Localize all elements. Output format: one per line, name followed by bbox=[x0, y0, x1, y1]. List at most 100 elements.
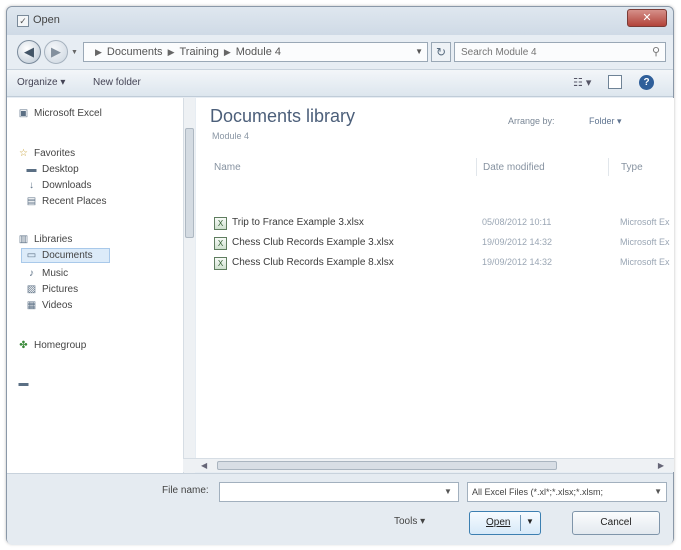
help-icon[interactable]: ? bbox=[639, 75, 654, 90]
nav-item-homegroup[interactable]: ✤ Homegroup bbox=[17, 340, 86, 351]
command-bar: Organize ▾ New folder ☷ ▾ ? bbox=[7, 69, 673, 97]
breadcrumb-module-4[interactable]: Module 4 bbox=[236, 46, 281, 58]
file-type: Microsoft Ex bbox=[620, 217, 670, 227]
homegroup-icon: ✤ bbox=[19, 340, 28, 351]
cancel-button[interactable]: Cancel bbox=[572, 511, 660, 535]
breadcrumb-root-arrow-icon[interactable]: ▶ bbox=[95, 47, 102, 57]
search-input[interactable] bbox=[455, 43, 635, 61]
forward-button[interactable]: ▶ bbox=[44, 40, 68, 64]
excel-file-icon: X bbox=[214, 257, 227, 270]
nav-item-computer[interactable]: ▬ bbox=[17, 378, 34, 389]
videos-icon: ▦ bbox=[26, 300, 37, 311]
column-header-name[interactable]: Name bbox=[214, 162, 241, 173]
arrange-by-label: Arrange by: bbox=[508, 116, 555, 126]
file-row[interactable]: X Trip to France Example 3.xlsx 05/08/20… bbox=[210, 216, 674, 232]
file-row[interactable]: X Chess Club Records Example 3.xlsx 19/0… bbox=[210, 236, 674, 252]
column-divider[interactable] bbox=[608, 158, 609, 176]
breadcrumb: ▶ Documents ▶ Training ▶ Module 4 bbox=[90, 46, 281, 58]
desktop-icon: ▬ bbox=[26, 164, 37, 175]
file-type-filter-select[interactable]: All Excel Files (*.xl*;*.xlsx;*.xlsm; ▼ bbox=[467, 482, 667, 502]
horizontal-scrollbar[interactable]: ◀ ▶ bbox=[183, 458, 674, 472]
tools-button[interactable]: Tools ▾ bbox=[394, 516, 425, 527]
nav-item-videos[interactable]: ▦ Videos bbox=[25, 300, 73, 311]
address-bar[interactable]: ▶ Documents ▶ Training ▶ Module 4 ▼ bbox=[83, 42, 428, 62]
breadcrumb-documents[interactable]: Documents bbox=[107, 46, 163, 58]
chevron-down-icon: ▼ bbox=[654, 487, 662, 496]
refresh-icon: ↻ bbox=[435, 45, 447, 59]
close-icon: ✕ bbox=[642, 12, 652, 24]
dialog-footer: File name: ▼ All Excel Files (*.xl*;*.xl… bbox=[7, 473, 673, 545]
title-bar[interactable]: ✓ Open ✕ bbox=[7, 7, 673, 35]
chevron-down-icon: ▾ bbox=[617, 116, 622, 126]
file-date: 19/09/2012 14:32 bbox=[482, 237, 553, 247]
recent-places-icon: ▤ bbox=[26, 196, 37, 207]
file-name-label: File name: bbox=[162, 485, 209, 496]
libraries-icon: ▥ bbox=[18, 234, 29, 245]
search-box[interactable]: ⚲ bbox=[454, 42, 666, 62]
address-row: ◀ ▶ ▼ ▶ Documents ▶ Training ▶ Module 4 ▼ ↻ ⚲ bbox=[7, 35, 673, 69]
chevron-down-icon: ▾ bbox=[60, 77, 66, 88]
nav-scroll-thumb[interactable] bbox=[185, 128, 194, 238]
navigation-pane: ▣ Microsoft Excel ☆ Favorites ▬ Desktop ↓ Do… bbox=[7, 98, 183, 473]
breadcrumb-separator-icon[interactable]: ▶ bbox=[168, 47, 175, 57]
music-icon: ♪ bbox=[29, 268, 34, 279]
nav-item-favorites[interactable]: ☆ Favorites bbox=[17, 148, 75, 159]
refresh-button[interactable]: ↻ bbox=[431, 42, 451, 62]
file-name: Trip to France Example 3.xlsx bbox=[232, 217, 364, 228]
nav-item-music[interactable]: ♪ Music bbox=[25, 268, 68, 279]
file-date: 05/08/2012 10:11 bbox=[482, 217, 552, 227]
documents-icon: ▭ bbox=[26, 250, 37, 261]
excel-file-icon: X bbox=[214, 237, 227, 250]
column-header-date-modified[interactable]: Date modified bbox=[483, 162, 545, 173]
dialog-icon: ✓ bbox=[17, 15, 29, 27]
column-divider[interactable] bbox=[476, 158, 477, 176]
nav-item-pictures[interactable]: ▨ Pictures bbox=[25, 284, 78, 295]
change-view-icon[interactable]: ☷ ▾ bbox=[573, 76, 591, 89]
organize-button[interactable]: Organize ▾ bbox=[17, 77, 65, 88]
open-dialog: ✓ Open ✕ ◀ ▶ ▼ ▶ Documents ▶ Training ▶ Modul… bbox=[6, 6, 674, 545]
dialog-title: Open bbox=[33, 14, 60, 26]
address-dropdown-icon[interactable]: ▼ bbox=[415, 47, 423, 56]
forward-arrow-icon: ▶ bbox=[51, 44, 61, 59]
new-folder-button[interactable]: New folder bbox=[93, 77, 141, 88]
horizontal-scroll-thumb[interactable] bbox=[217, 461, 557, 470]
nav-item-downloads[interactable]: ↓ Downloads bbox=[25, 180, 91, 191]
file-name: Chess Club Records Example 8.xlsx bbox=[232, 257, 394, 268]
nav-item-documents[interactable]: ▭ Documents bbox=[21, 248, 110, 263]
file-type: Microsoft Ex bbox=[620, 257, 670, 267]
file-date: 19/09/2012 14:32 bbox=[482, 257, 553, 267]
file-name: Chess Club Records Example 3.xlsx bbox=[232, 237, 394, 248]
back-arrow-icon: ◀ bbox=[24, 44, 34, 59]
breadcrumb-training[interactable]: Training bbox=[179, 46, 218, 58]
nav-item-microsoft-excel[interactable]: ▣ Microsoft Excel bbox=[17, 108, 102, 119]
nav-item-libraries[interactable]: ▥ Libraries bbox=[17, 234, 73, 245]
nav-scrollbar[interactable] bbox=[183, 98, 195, 473]
file-row[interactable]: X Chess Club Records Example 8.xlsx 19/0… bbox=[210, 256, 674, 272]
breadcrumb-separator-icon[interactable]: ▶ bbox=[224, 47, 231, 57]
computer-icon: ▬ bbox=[18, 378, 29, 389]
excel-file-icon: X bbox=[214, 217, 227, 230]
open-options-chevron-icon[interactable]: ▼ bbox=[526, 517, 534, 526]
nav-item-recent-places[interactable]: ▤ Recent Places bbox=[25, 196, 107, 207]
file-name-input[interactable] bbox=[219, 482, 459, 502]
file-name-dropdown-icon[interactable]: ▼ bbox=[444, 487, 452, 496]
arrange-by-dropdown[interactable]: Folder ▾ bbox=[589, 116, 622, 127]
pictures-icon: ▨ bbox=[26, 284, 37, 295]
open-button-label: Open bbox=[486, 517, 511, 528]
chevron-down-icon: ▾ bbox=[420, 516, 426, 527]
nav-item-desktop[interactable]: ▬ Desktop bbox=[25, 164, 79, 175]
close-button[interactable]: ✕ bbox=[627, 9, 667, 27]
file-list-pane: Documents library Module 4 Arrange by: F… bbox=[196, 98, 674, 458]
library-subtitle: Module 4 bbox=[212, 131, 250, 141]
library-title: Documents library bbox=[210, 106, 356, 126]
scroll-right-icon[interactable]: ▶ bbox=[658, 461, 664, 470]
recent-locations-chevron-icon[interactable]: ▼ bbox=[71, 49, 78, 56]
downloads-icon: ↓ bbox=[29, 180, 34, 191]
back-button[interactable]: ◀ bbox=[17, 40, 41, 64]
scroll-left-icon[interactable]: ◀ bbox=[201, 461, 207, 470]
preview-pane-icon[interactable] bbox=[608, 75, 622, 89]
star-icon: ☆ bbox=[19, 148, 28, 159]
search-icon: ⚲ bbox=[651, 46, 660, 58]
column-header-type[interactable]: Type bbox=[621, 162, 643, 173]
open-button[interactable]: Open ▼ bbox=[469, 511, 541, 535]
